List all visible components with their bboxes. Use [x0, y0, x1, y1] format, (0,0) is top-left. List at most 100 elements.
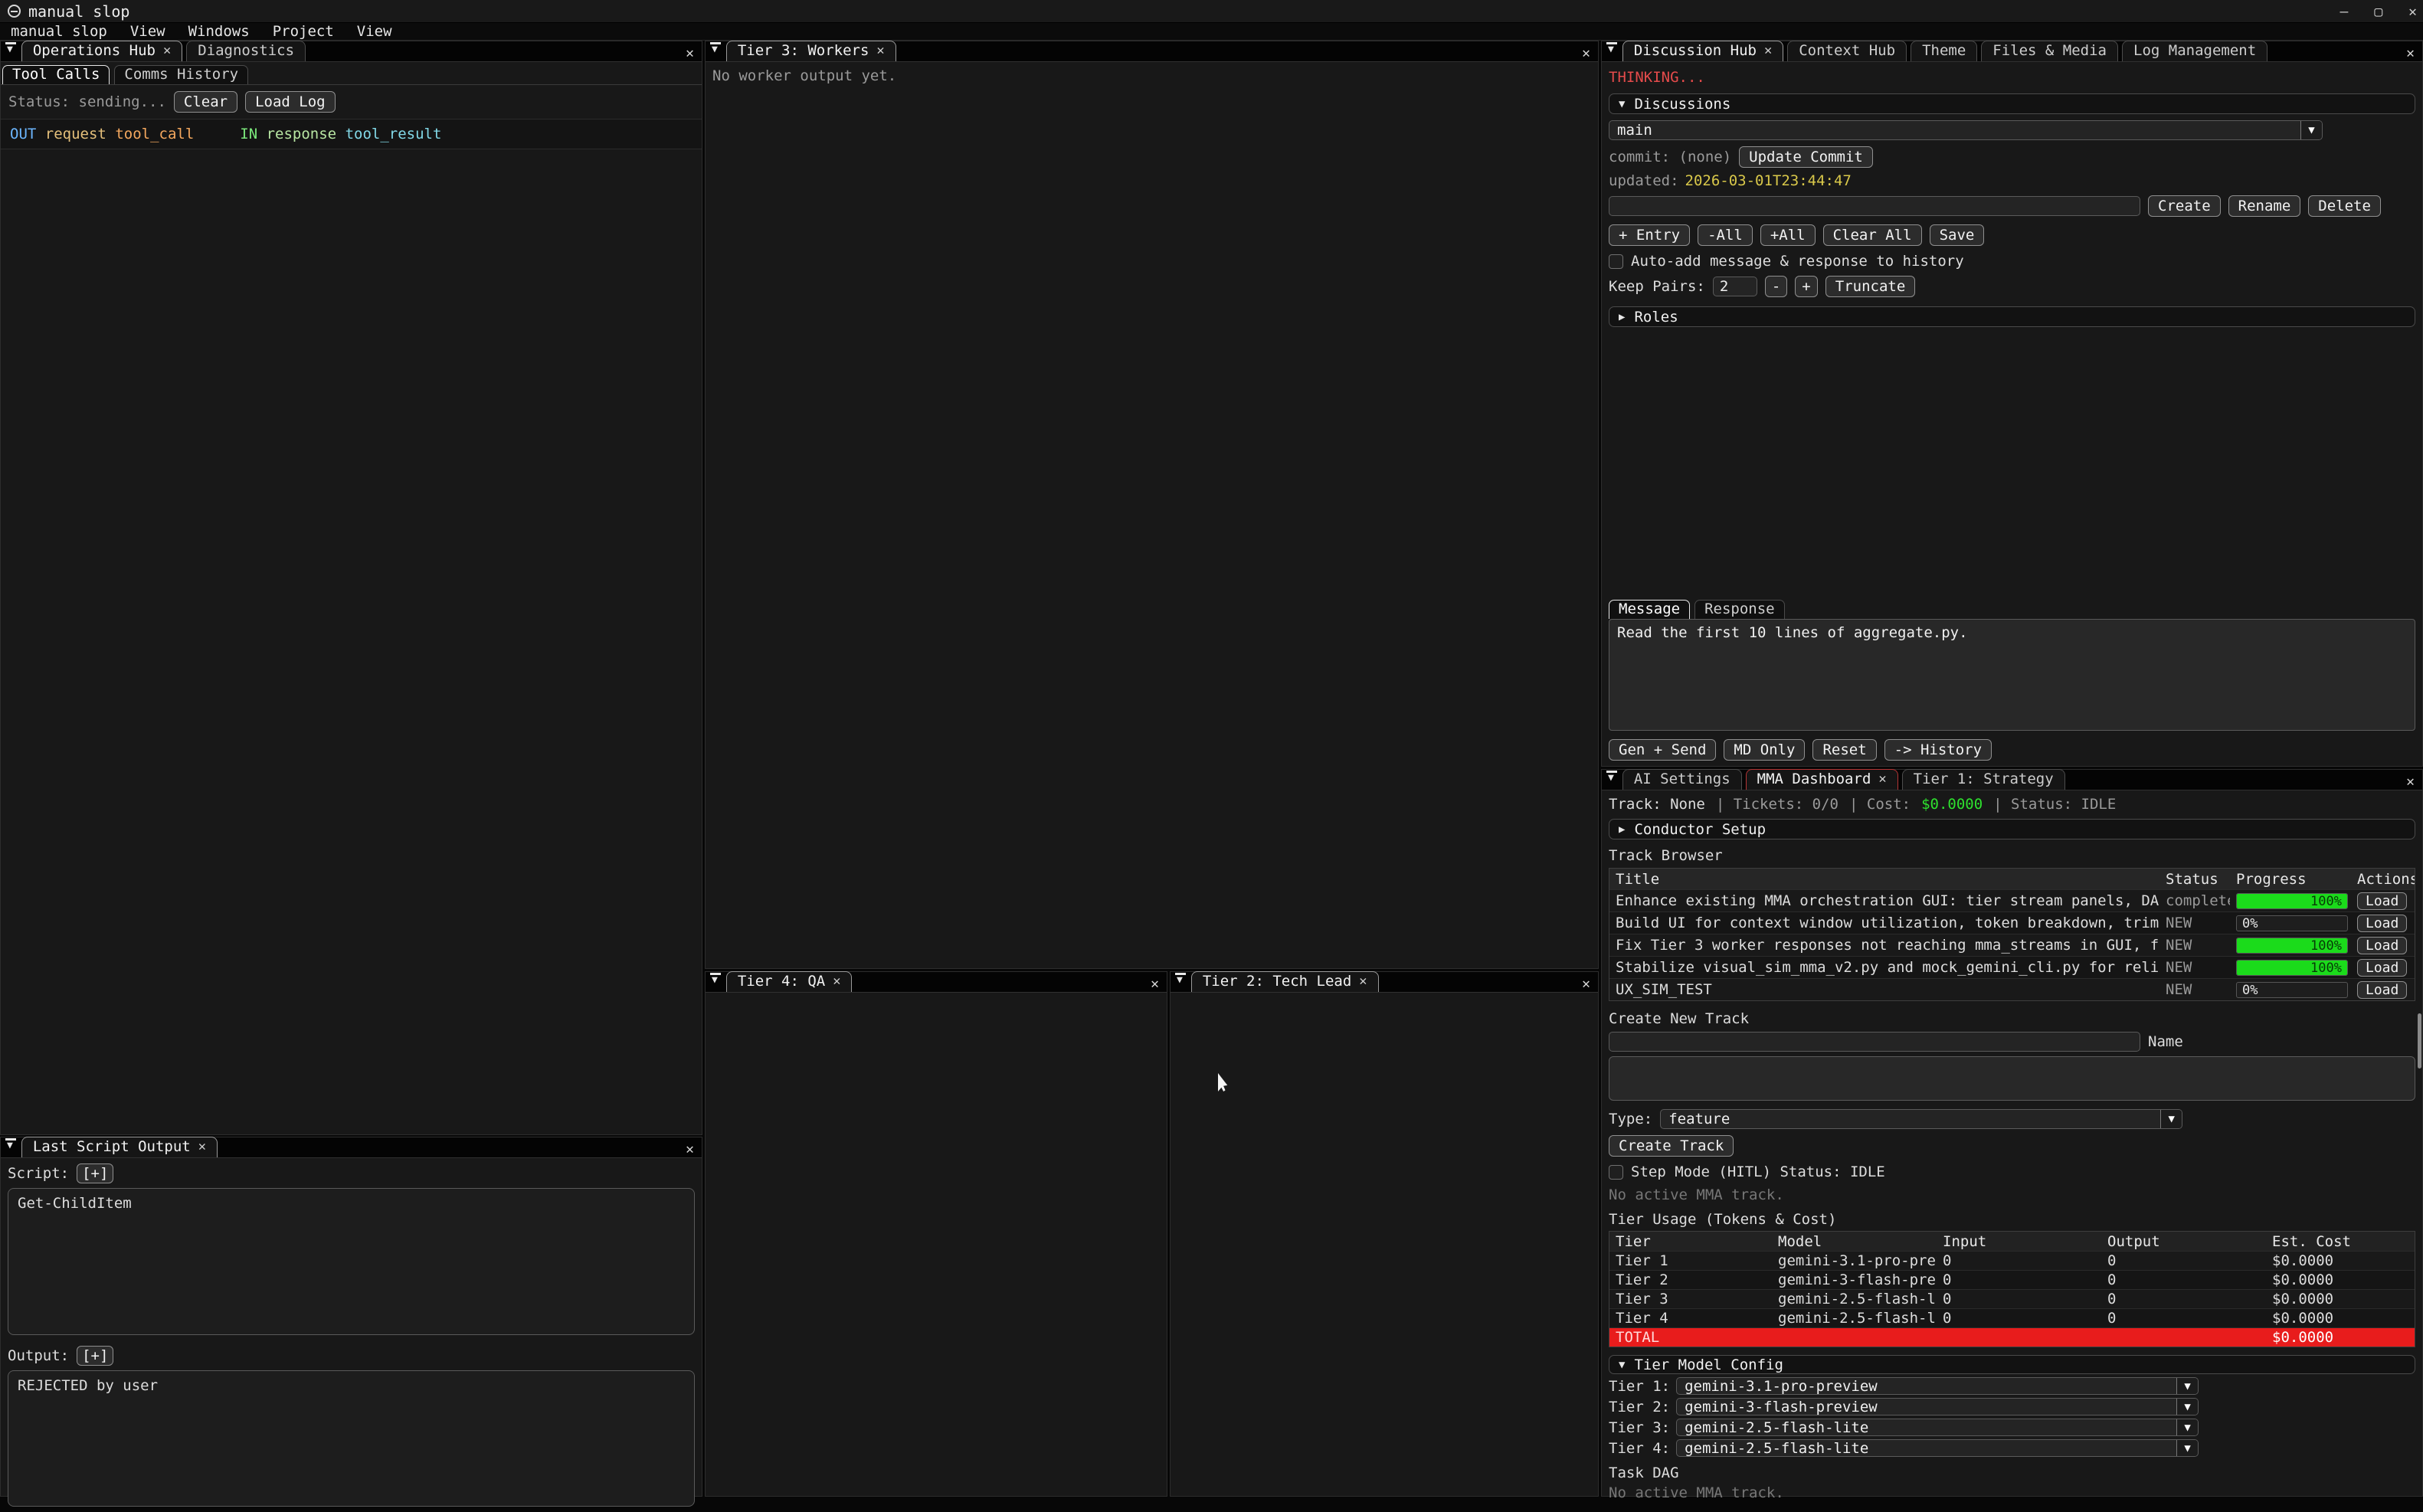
- tier1-model-label: Tier 1:: [1609, 1378, 1670, 1395]
- tool-call-log-row[interactable]: OUT request tool_call IN response tool_r…: [1, 119, 702, 149]
- track-description-textarea[interactable]: [1609, 1056, 2415, 1101]
- branch-select[interactable]: main ▼: [1609, 120, 2323, 140]
- chevron-down-icon: ▼: [2176, 1378, 2198, 1394]
- track-type-select[interactable]: feature ▼: [1660, 1109, 2182, 1129]
- keep-pairs-plus-button[interactable]: +: [1795, 276, 1817, 297]
- tab-log-management[interactable]: Log Management: [2122, 41, 2267, 61]
- panel-close-icon[interactable]: ✕: [1582, 976, 1590, 992]
- tier4-model-select[interactable]: gemini-2.5-flash-lite ▼: [1676, 1439, 2199, 1457]
- subtab-response[interactable]: Response: [1694, 600, 1785, 619]
- clear-all-button[interactable]: Clear All: [1823, 224, 1922, 246]
- rename-branch-button[interactable]: Rename: [2228, 195, 2301, 217]
- load-track-button[interactable]: Load: [2357, 959, 2407, 977]
- save-button[interactable]: Save: [1930, 224, 1985, 246]
- delete-branch-button[interactable]: Delete: [2308, 195, 2381, 217]
- tab-last-script-output[interactable]: Last Script Output ✕: [21, 1137, 218, 1157]
- tab-tier4-qa[interactable]: Tier 4: QA ✕: [726, 971, 853, 992]
- load-track-button[interactable]: Load: [2357, 892, 2407, 910]
- md-only-button[interactable]: MD Only: [1724, 739, 1805, 761]
- tier3-model-select[interactable]: gemini-2.5-flash-lite ▼: [1676, 1419, 2199, 1436]
- panel-menu-icon[interactable]: ▼: [1175, 973, 1186, 990]
- tab-close-icon[interactable]: ✕: [876, 43, 884, 58]
- tier3-model-label: Tier 3:: [1609, 1419, 1670, 1436]
- tab-theme[interactable]: Theme: [1911, 41, 1977, 61]
- close-button[interactable]: ✕: [2408, 4, 2417, 20]
- panel-menu-icon[interactable]: ▼: [1606, 771, 1617, 787]
- menu-item-view-2[interactable]: View: [357, 23, 392, 40]
- create-track-button[interactable]: Create Track: [1609, 1135, 1734, 1157]
- create-branch-button[interactable]: Create: [2148, 195, 2221, 217]
- branch-name-input[interactable]: [1609, 196, 2140, 216]
- panel-menu-icon[interactable]: ▼: [710, 42, 721, 59]
- script-expand-button[interactable]: [+]: [77, 1163, 113, 1183]
- expand-all-button[interactable]: +All: [1760, 224, 1816, 246]
- to-history-button[interactable]: -> History: [1884, 739, 1992, 761]
- tier-model-config-header[interactable]: ▼ Tier Model Config: [1609, 1355, 2415, 1374]
- menu-item-app[interactable]: manual slop: [11, 23, 107, 40]
- tab-close-icon[interactable]: ✕: [1878, 771, 1886, 787]
- discussions-section-header[interactable]: ▼ Discussions: [1609, 93, 2415, 114]
- output-text-box[interactable]: REJECTED by user: [8, 1370, 695, 1507]
- panel-scrollbar-thumb[interactable]: [2418, 1013, 2421, 1069]
- tier2-model-select[interactable]: gemini-3-flash-preview ▼: [1676, 1398, 2199, 1415]
- menu-item-project[interactable]: Project: [273, 23, 334, 40]
- panel-menu-icon[interactable]: ▼: [710, 973, 721, 990]
- minimize-button[interactable]: –: [2340, 4, 2348, 20]
- menu-item-windows[interactable]: Windows: [188, 23, 250, 40]
- tab-files-media[interactable]: Files & Media: [1981, 41, 2118, 61]
- load-track-button[interactable]: Load: [2357, 915, 2407, 932]
- autoadd-checkbox[interactable]: [1609, 254, 1623, 269]
- output-expand-button[interactable]: [+]: [77, 1346, 113, 1366]
- gen-send-button[interactable]: Gen + Send: [1609, 739, 1716, 761]
- panel-menu-icon[interactable]: ▼: [5, 42, 16, 59]
- panel-close-icon[interactable]: ✕: [2406, 45, 2415, 61]
- track-name-input[interactable]: [1609, 1032, 2140, 1052]
- reset-button[interactable]: Reset: [1812, 739, 1876, 761]
- step-mode-label: Step Mode (HITL) Status: IDLE: [1631, 1163, 1885, 1180]
- tier1-model-select[interactable]: gemini-3.1-pro-preview ▼: [1676, 1377, 2199, 1395]
- load-track-button[interactable]: Load: [2357, 981, 2407, 999]
- panel-close-icon[interactable]: ✕: [686, 45, 694, 61]
- tab-context-hub[interactable]: Context Hub: [1787, 41, 1907, 61]
- clear-button[interactable]: Clear: [174, 91, 237, 113]
- name-label: Name: [2148, 1033, 2183, 1050]
- tab-close-icon[interactable]: ✕: [198, 1139, 206, 1154]
- tab-mma-dashboard[interactable]: MMA Dashboard ✕: [1746, 769, 1898, 790]
- panel-menu-icon[interactable]: ▼: [5, 1138, 16, 1155]
- tab-diagnostics[interactable]: Diagnostics: [186, 41, 306, 61]
- tab-close-icon[interactable]: ✕: [833, 974, 840, 989]
- keep-pairs-minus-button[interactable]: -: [1765, 276, 1787, 297]
- panel-close-icon[interactable]: ✕: [686, 1141, 694, 1157]
- tab-tier1-strategy[interactable]: Tier 1: Strategy: [1902, 769, 2065, 790]
- keep-pairs-input[interactable]: [1713, 277, 1757, 296]
- truncate-button[interactable]: Truncate: [1825, 276, 1916, 297]
- panel-close-icon[interactable]: ✕: [1582, 45, 1590, 61]
- tab-operations-hub[interactable]: Operations Hub ✕: [21, 41, 182, 61]
- update-commit-button[interactable]: Update Commit: [1739, 146, 1873, 168]
- tab-close-icon[interactable]: ✕: [163, 43, 171, 58]
- tab-close-icon[interactable]: ✕: [1359, 974, 1367, 989]
- script-text-box[interactable]: Get-ChildItem: [8, 1188, 695, 1335]
- collapse-all-button[interactable]: -All: [1698, 224, 1753, 246]
- subtab-tool-calls[interactable]: Tool Calls: [2, 65, 110, 84]
- tab-discussion-hub[interactable]: Discussion Hub ✕: [1622, 41, 1783, 61]
- tab-tier3-workers[interactable]: Tier 3: Workers ✕: [726, 41, 896, 61]
- progress-bar: 0%: [2236, 915, 2348, 931]
- subtab-message[interactable]: Message: [1609, 600, 1690, 619]
- tab-tier2-tech-lead[interactable]: Tier 2: Tech Lead ✕: [1191, 971, 1379, 992]
- conductor-setup-header[interactable]: ▶ Conductor Setup: [1609, 819, 2415, 839]
- roles-section-header[interactable]: ▶ Roles: [1609, 306, 2415, 327]
- panel-menu-icon[interactable]: ▼: [1606, 42, 1617, 59]
- message-textarea[interactable]: Read the first 10 lines of aggregate.py.: [1609, 619, 2415, 731]
- panel-close-icon[interactable]: ✕: [2406, 774, 2415, 790]
- maximize-button[interactable]: ▢: [2374, 4, 2382, 20]
- tab-ai-settings[interactable]: AI Settings: [1622, 769, 1742, 790]
- subtab-comms-history[interactable]: Comms History: [114, 65, 248, 84]
- tab-close-icon[interactable]: ✕: [1764, 43, 1772, 58]
- panel-close-icon[interactable]: ✕: [1151, 976, 1159, 992]
- load-track-button[interactable]: Load: [2357, 937, 2407, 954]
- menu-item-view[interactable]: View: [130, 23, 165, 40]
- step-mode-checkbox[interactable]: [1609, 1165, 1623, 1180]
- load-log-button[interactable]: Load Log: [245, 91, 336, 113]
- add-entry-button[interactable]: + Entry: [1609, 224, 1690, 246]
